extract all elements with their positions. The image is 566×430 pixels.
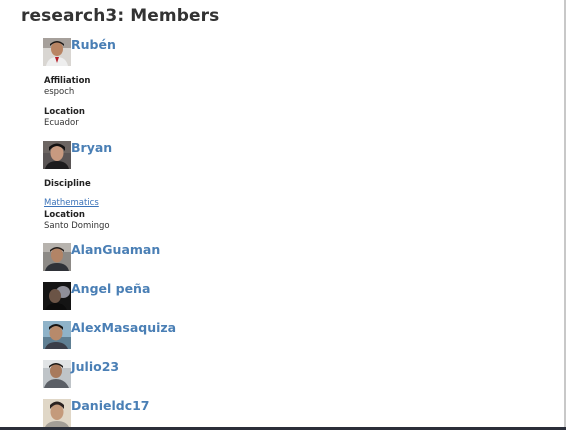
field-label: Discipline: [44, 179, 91, 189]
field-value: espoch: [44, 87, 75, 97]
discipline-link[interactable]: Mathematics: [44, 198, 99, 208]
field-label: Location: [44, 210, 85, 220]
user-avatar-icon[interactable]: [43, 282, 71, 310]
member-field: Location Santo Domingo: [44, 210, 110, 232]
field-value: Santo Domingo: [44, 221, 110, 231]
field-value: Ecuador: [44, 118, 79, 128]
member-name-link[interactable]: Julio23: [71, 360, 119, 374]
user-avatar-icon[interactable]: [43, 141, 71, 169]
member-name-link[interactable]: Danieldc17: [71, 399, 150, 413]
field-label: Location: [44, 107, 85, 117]
member-name-link[interactable]: Angel peña: [71, 282, 150, 296]
member-field: Discipline Mathematics: [44, 179, 99, 209]
member-name-link[interactable]: AlexMasaquiza: [71, 321, 176, 335]
page-title: research3: Members: [21, 6, 220, 26]
user-avatar-icon[interactable]: [43, 399, 71, 427]
user-avatar-icon[interactable]: [43, 321, 71, 349]
user-avatar-icon[interactable]: [43, 360, 71, 388]
user-avatar-icon[interactable]: [43, 38, 71, 66]
member-field: Location Ecuador: [44, 107, 85, 129]
member-name-link[interactable]: AlanGuaman: [71, 243, 160, 257]
member-name-link[interactable]: Bryan: [71, 141, 112, 155]
member-field: Affiliation espoch: [44, 76, 91, 98]
member-name-link[interactable]: Rubén: [71, 38, 116, 52]
user-avatar-icon[interactable]: [43, 243, 71, 271]
field-label: Affiliation: [44, 76, 91, 86]
